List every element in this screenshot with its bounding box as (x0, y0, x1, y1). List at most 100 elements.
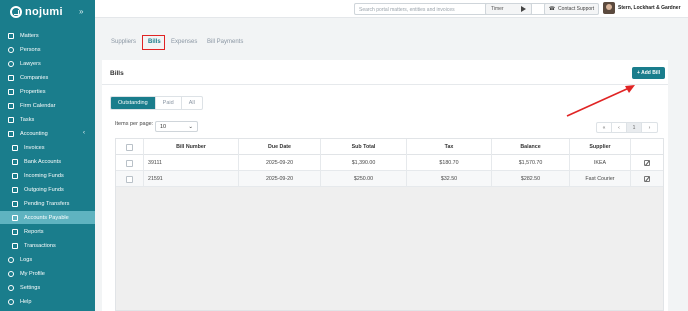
sidebar-item-label: Companies (20, 74, 49, 81)
sidebar-item-label: Tasks (20, 116, 35, 123)
sidebar-item-my-profile[interactable]: My Profile (0, 267, 95, 280)
filter-paid[interactable]: Paid (156, 97, 182, 109)
col-bill-number[interactable]: Bill Number (144, 139, 239, 155)
row-select-cell (116, 171, 144, 187)
table-row[interactable]: 39111 2025-09-20 $1,390.00 $180.70 $1,57… (116, 155, 663, 171)
sidebar-item-label: Properties (20, 88, 46, 95)
select-all-checkbox[interactable] (126, 143, 133, 151)
col-supplier[interactable]: Supplier (570, 139, 631, 155)
tab-bill-payments[interactable]: Bill Payments (207, 39, 243, 45)
sidebar-item-accounts-payable[interactable]: Accounts Payable (0, 211, 95, 224)
sidebar-item-firm-calendar[interactable]: Firm Calendar (0, 99, 95, 112)
table-header: Bill Number Due Date Sub Total Tax Balan… (116, 139, 663, 155)
sidebar-item-logs[interactable]: Logs (0, 253, 95, 266)
sidebar-item-matters[interactable]: Matters (0, 29, 95, 42)
tabs-bar: Suppliers Bills Expenses Bill Payments (95, 18, 688, 56)
contact-support-label: Contact Support (558, 6, 595, 12)
logs-icon (8, 256, 14, 263)
col-tax[interactable]: Tax (407, 139, 492, 155)
user-menu[interactable]: Stern, Lockhart & Gardner (603, 2, 681, 14)
sidebar-item-label: Transactions (24, 242, 56, 249)
page-number[interactable]: 1 (627, 123, 642, 132)
filter-outstanding[interactable]: Outstanding (111, 97, 156, 109)
annotation-highlight-box (142, 35, 165, 50)
search-placeholder: Search portal matters, entities and invo… (359, 7, 455, 13)
sidebar-item-bank-accounts[interactable]: Bank Accounts (0, 155, 95, 168)
logo[interactable]: nojumi (10, 5, 63, 19)
sidebar-item-pending-transfers[interactable]: Pending Transfers (0, 197, 95, 210)
sidebar-item-companies[interactable]: Companies (0, 71, 95, 84)
main-content: Suppliers Bills Expenses Bill Payments B… (95, 18, 688, 311)
global-search-input[interactable]: Search portal matters, entities and invo… (354, 3, 576, 15)
row-checkbox[interactable] (126, 159, 133, 167)
calendar-icon (8, 102, 14, 109)
cell-supplier: IKEA (570, 155, 631, 171)
logo-text: nojumi (25, 6, 63, 18)
collapse-sidebar-icon[interactable]: » (79, 7, 83, 16)
sidebar-item-label: Persons (20, 46, 41, 53)
cell-bill-number: 21591 (144, 171, 239, 187)
col-actions (631, 139, 663, 155)
cell-sub-total: $250.00 (321, 171, 407, 187)
row-select-cell (116, 155, 144, 171)
play-icon[interactable] (521, 6, 526, 12)
tab-expenses[interactable]: Expenses (171, 39, 197, 45)
edit-icon[interactable] (644, 160, 650, 166)
sidebar-item-label: Incoming Funds (24, 172, 64, 179)
cell-supplier: Fast Courier (570, 171, 631, 187)
select-all-cell (116, 139, 144, 155)
sidebar-item-settings[interactable]: Settings (0, 281, 95, 294)
table-row[interactable]: 21591 2025-09-20 $250.00 $32.50 $282.50 … (116, 171, 663, 187)
sidebar-item-label: Accounting (20, 130, 48, 137)
bills-table: Bill Number Due Date Sub Total Tax Balan… (115, 138, 664, 311)
col-balance[interactable]: Balance (492, 139, 570, 155)
chevron-down-icon: ⌄ (188, 123, 193, 130)
transactions-icon (12, 242, 18, 249)
pagination: « ‹ 1 › (596, 122, 658, 133)
chevron-down-icon: ‹ (83, 130, 85, 136)
arrow-in-icon (12, 172, 18, 179)
items-per-page-label: Items per page: (115, 121, 154, 127)
sidebar-item-label: Logs (20, 256, 33, 263)
sidebar: nojumi » Matters Persons Lawyers Compani… (0, 0, 95, 311)
edit-icon[interactable] (644, 176, 650, 182)
annotation-arrow-icon (566, 85, 635, 117)
sidebar-item-transactions[interactable]: Transactions (0, 239, 95, 252)
add-bill-button[interactable]: + Add Bill (632, 67, 665, 79)
row-actions-cell (631, 155, 663, 171)
first-page-button[interactable]: « (597, 123, 612, 132)
sidebar-item-accounting[interactable]: Accounting ‹ (0, 127, 95, 140)
items-per-page-value: 10 (160, 123, 167, 130)
items-per-page-select[interactable]: 10 ⌄ (155, 121, 198, 132)
gear-icon (8, 284, 14, 291)
row-checkbox[interactable] (126, 175, 133, 183)
briefcase-icon (8, 32, 14, 39)
filter-all[interactable]: All (182, 97, 202, 109)
sidebar-item-persons[interactable]: Persons (0, 43, 95, 56)
sidebar-item-incoming-funds[interactable]: Incoming Funds (0, 169, 95, 182)
next-page-button[interactable]: › (642, 123, 657, 132)
report-icon (12, 228, 18, 235)
sidebar-item-label: Invoices (24, 144, 45, 151)
sidebar-item-label: Pending Transfers (24, 200, 70, 207)
sidebar-item-label: Accounts Payable (24, 214, 69, 221)
cell-due-date: 2025-09-20 (239, 155, 321, 171)
sidebar-item-tasks[interactable]: Tasks (0, 113, 95, 126)
contact-support-button[interactable]: ☎ Contact Support (544, 3, 599, 15)
sidebar-item-lawyers[interactable]: Lawyers (0, 57, 95, 70)
sidebar-item-invoices[interactable]: Invoices (0, 141, 95, 154)
sidebar-item-outgoing-funds[interactable]: Outgoing Funds (0, 183, 95, 196)
bills-title: Bills (110, 70, 124, 77)
home-icon (8, 88, 14, 95)
tab-suppliers[interactable]: Suppliers (111, 39, 136, 45)
sidebar-item-help[interactable]: Help (0, 295, 95, 308)
col-sub-total[interactable]: Sub Total (321, 139, 407, 155)
sidebar-item-properties[interactable]: Properties (0, 85, 95, 98)
timer-label: Timer (491, 6, 504, 12)
prev-page-button[interactable]: ‹ (612, 123, 627, 132)
sidebar-item-label: Matters (20, 32, 39, 39)
sidebar-item-reports[interactable]: Reports (0, 225, 95, 238)
timer-button[interactable]: Timer (485, 3, 532, 15)
col-due-date[interactable]: Due Date (239, 139, 321, 155)
sidebar-item-label: Outgoing Funds (24, 186, 64, 193)
